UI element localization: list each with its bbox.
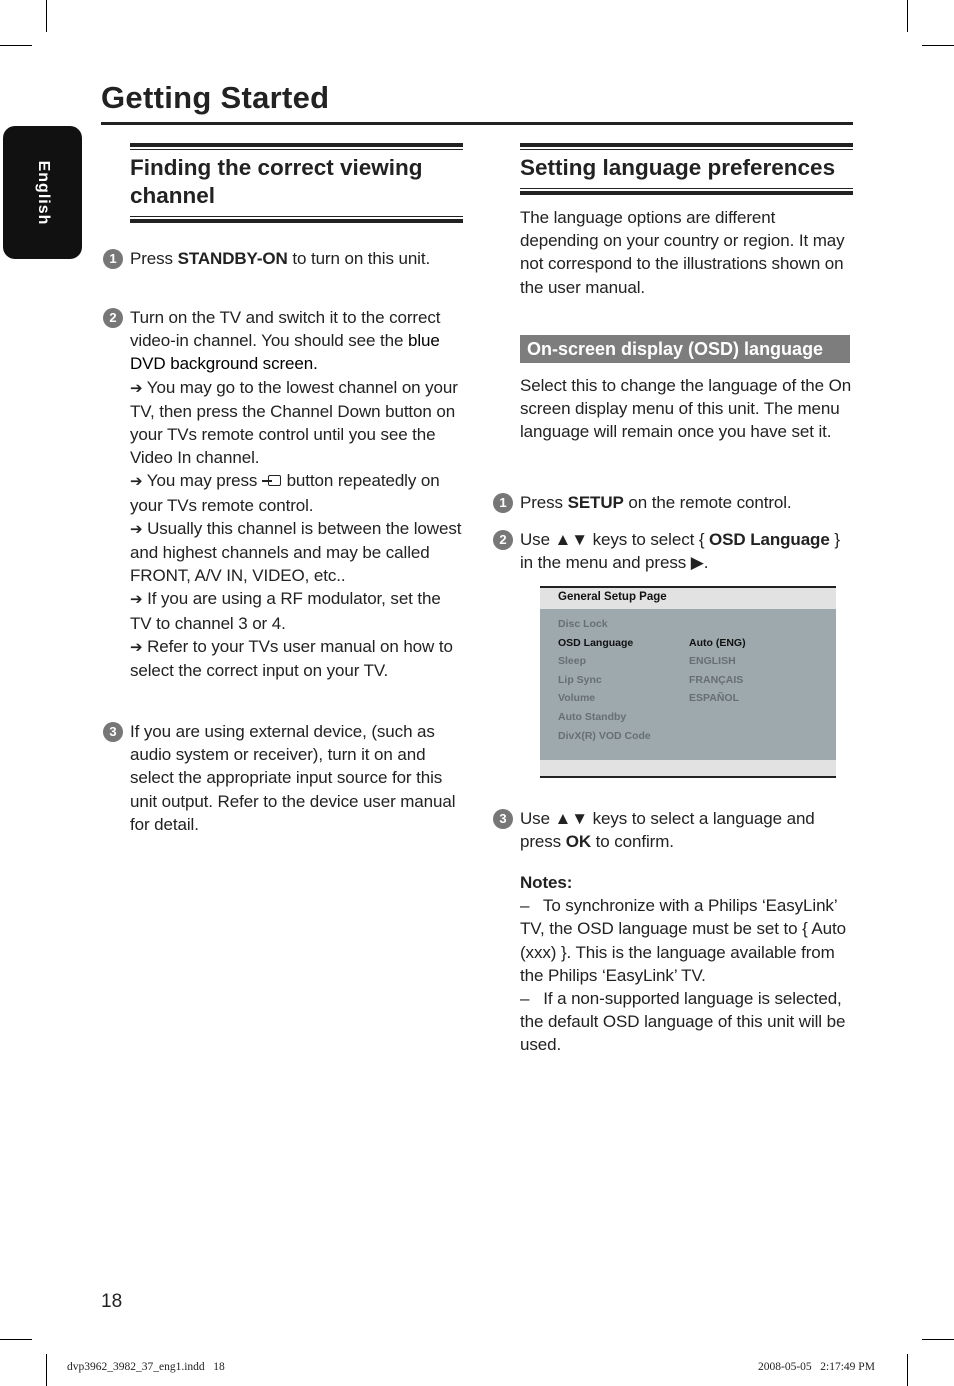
menu-item: Disc Lock [558, 618, 608, 630]
language-tab: English [3, 126, 82, 259]
menu-option: ESPAÑOL [689, 692, 739, 704]
step-key: STANDBY-ON [177, 249, 288, 268]
arrow-right-icon: ➔ [130, 591, 143, 609]
step-key: OK [565, 832, 592, 852]
result-bullet: Usually this channel is between the lowe… [130, 518, 462, 586]
result-bullet: You may press [146, 471, 262, 491]
step-text: Press [520, 493, 568, 512]
menu-option-selected: Auto (ENG) [689, 637, 746, 649]
right-section-heading: Setting language preferences [520, 155, 836, 180]
menu-item: DivX(R) VOD Code [558, 730, 651, 742]
arrow-right-icon: ➔ [130, 638, 143, 656]
section-rule [130, 149, 463, 150]
menu-item: Sleep [558, 655, 587, 667]
result-bullet: You may go to the lowest channel on your… [130, 377, 458, 468]
section-rule [520, 143, 853, 147]
section-rule [130, 216, 463, 217]
notes-title: Notes: [520, 873, 573, 892]
footer-file: dvp3962_3982_37_eng1.indd 18 [67, 1361, 225, 1373]
result-bullet: If you are using a RF modulator, set the… [130, 589, 441, 633]
step-text: to confirm. [591, 832, 674, 852]
menu-item: Auto Standby [558, 711, 627, 723]
right-step-3: Use ▲▼ keys to select a language and pre… [520, 807, 853, 853]
right-step-2: Use ▲▼ keys to select { OSD Language } i… [520, 528, 853, 574]
step-number-icon: 1 [103, 249, 123, 269]
menu-item: Lip Sync [558, 674, 602, 686]
result-bullet: Refer to your TVs user manual on how to … [130, 636, 453, 681]
right-step-1: Press SETUP on the remote control. [520, 491, 853, 514]
title-rule [101, 122, 853, 125]
section-rule [520, 191, 853, 195]
osd-intro: Select this to change the language of th… [520, 376, 852, 442]
crop-mark [922, 45, 954, 46]
step-number-icon: 3 [103, 722, 123, 742]
note-item: If a non-supported language is selected,… [520, 989, 846, 1055]
left-step-1: Press STANDBY-ON to turn on this unit. [130, 247, 463, 270]
arrow-right-icon: ➔ [130, 379, 143, 397]
left-section-heading: Finding the correct viewing channel [130, 155, 423, 208]
menu-item: Volume [558, 692, 596, 704]
menu-option: FRANÇAIS [689, 674, 744, 686]
notes: Notes: – To synchronize with a Philips ‘… [520, 873, 846, 1055]
crop-mark [46, 1354, 47, 1386]
language-intro: The language options are different depen… [520, 208, 845, 297]
section-rule [130, 219, 463, 223]
menu-option: ENGLISH [689, 655, 736, 667]
step-key: OSD Language [709, 530, 830, 549]
crop-mark [0, 45, 32, 46]
av-input-icon [261, 474, 282, 487]
note-item: To synchronize with a Philips ‘EasyLink’… [520, 896, 846, 985]
crop-mark [907, 0, 908, 32]
page-number: 18 [101, 1291, 123, 1312]
menu-title: General Setup Page [558, 591, 667, 603]
section-rule [520, 188, 853, 189]
section-rule [130, 143, 463, 147]
step-text: Use ▲▼ keys to select { [520, 530, 710, 549]
left-step-2: Turn on the TV and switch it to the corr… [130, 306, 463, 682]
step-key: SETUP [567, 493, 624, 512]
section-rule [520, 149, 853, 150]
step-text: to turn on this unit. [287, 249, 431, 268]
menu-body: Disc Lock OSD Language Sleep Lip Sync Vo… [540, 609, 836, 760]
menu-item-selected: OSD Language [558, 637, 634, 649]
step-text: on the remote control. [623, 493, 792, 512]
page-title: Getting Started [101, 80, 330, 115]
crop-mark [907, 1354, 908, 1386]
arrow-right-icon: ➔ [130, 473, 143, 491]
step-text: Turn on the TV and switch it to the corr… [130, 308, 441, 351]
crop-mark [0, 1339, 32, 1340]
osd-menu-screenshot: General Setup Page Disc Lock OSD Languag… [540, 586, 836, 778]
crop-mark [46, 0, 47, 32]
crop-mark [922, 1339, 954, 1340]
language-tab-label: English [34, 160, 52, 225]
step-number-icon: 3 [493, 809, 513, 829]
step-number-icon: 2 [103, 308, 123, 328]
step-number-icon: 1 [493, 493, 513, 513]
left-step-3: If you are using external device, (such … [130, 722, 456, 834]
osd-subheading: On-screen display (OSD) language [520, 335, 850, 363]
arrow-right-icon: ➔ [130, 520, 143, 538]
footer-timestamp: 2008-05-05 2:17:49 PM [758, 1361, 875, 1373]
step-text: Press [130, 249, 178, 268]
step-number-icon: 2 [493, 530, 513, 550]
